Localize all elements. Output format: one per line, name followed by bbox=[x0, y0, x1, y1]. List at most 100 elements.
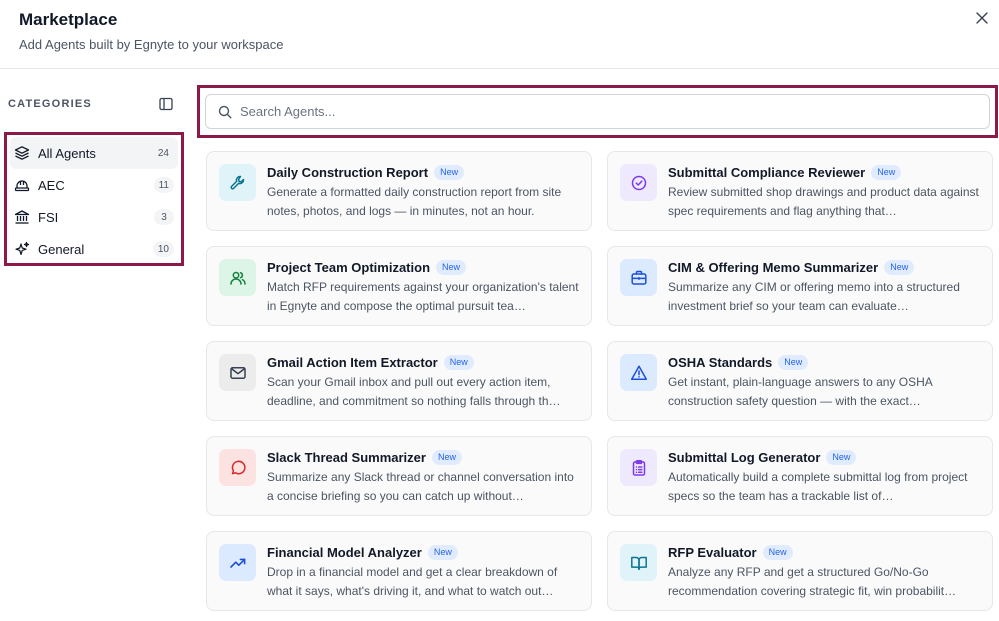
mail-icon bbox=[229, 364, 247, 382]
card-description: Review submitted shop drawings and produ… bbox=[668, 185, 979, 218]
agent-card-cim-offering-memo-summarizer[interactable]: CIM & Offering Memo Summarizer New Summa… bbox=[607, 246, 993, 326]
card-title-row: CIM & Offering Memo Summarizer New bbox=[668, 259, 982, 276]
card-description: Get instant, plain-language answers to a… bbox=[668, 375, 933, 408]
page-subtitle: Add Agents built by Egnyte to your works… bbox=[19, 37, 284, 52]
new-badge: New bbox=[436, 260, 467, 275]
layers-icon bbox=[14, 145, 30, 161]
open-book-icon bbox=[630, 554, 648, 572]
warning-triangle-icon bbox=[630, 364, 648, 382]
clipboard-list-icon bbox=[630, 459, 648, 477]
sparkles-icon bbox=[14, 241, 30, 257]
category-item-fsi[interactable]: FSI 3 bbox=[10, 201, 178, 233]
agent-card-rfp-evaluator[interactable]: RFP Evaluator New Analyze any RFP and ge… bbox=[607, 531, 993, 611]
card-description: Analyze any RFP and get a structured Go/… bbox=[668, 565, 957, 598]
card-icon-tile bbox=[620, 544, 657, 581]
check-circle-icon bbox=[630, 174, 648, 192]
category-label: AEC bbox=[38, 177, 65, 193]
wrench-icon bbox=[229, 174, 247, 192]
new-badge: New bbox=[871, 165, 902, 180]
agent-grid: Daily Construction Report New Generate a… bbox=[206, 151, 993, 611]
card-title-row: Financial Model Analyzer New bbox=[267, 544, 581, 561]
card-title-row: Project Team Optimization New bbox=[267, 259, 581, 276]
briefcase-icon bbox=[630, 269, 648, 287]
card-icon-tile bbox=[219, 354, 256, 391]
close-button[interactable] bbox=[973, 9, 991, 27]
category-list: All Agents 24 AEC 11 FSI 3 General 10 bbox=[4, 132, 184, 266]
category-item-general[interactable]: General 10 bbox=[10, 233, 178, 265]
card-description: Generate a formatted daily construction … bbox=[267, 185, 562, 218]
card-body: CIM & Offering Memo Summarizer New Summa… bbox=[668, 259, 982, 315]
search-box bbox=[205, 94, 990, 129]
card-icon-tile bbox=[620, 354, 657, 391]
card-body: Daily Construction Report New Generate a… bbox=[267, 164, 581, 220]
card-description: Scan your Gmail inbox and pull out every… bbox=[267, 375, 561, 408]
card-body: OSHA Standards New Get instant, plain-la… bbox=[668, 354, 982, 410]
sidebar-toggle-button[interactable] bbox=[158, 96, 174, 112]
new-badge: New bbox=[826, 450, 857, 465]
card-title: Gmail Action Item Extractor bbox=[267, 355, 438, 370]
sidebar-panel-icon bbox=[158, 96, 174, 112]
card-body: Slack Thread Summarizer New Summarize an… bbox=[267, 449, 581, 505]
category-label: General bbox=[38, 241, 85, 257]
card-body: Submittal Compliance Reviewer New Review… bbox=[668, 164, 982, 220]
category-label: All Agents bbox=[38, 145, 96, 161]
modal-header: Marketplace Add Agents built by Egnyte t… bbox=[0, 0, 999, 69]
card-body: RFP Evaluator New Analyze any RFP and ge… bbox=[668, 544, 982, 600]
card-title: Submittal Log Generator bbox=[668, 450, 821, 465]
card-icon-tile bbox=[219, 544, 256, 581]
new-badge: New bbox=[443, 355, 474, 370]
card-title: Project Team Optimization bbox=[267, 260, 431, 275]
category-item-aec[interactable]: AEC 11 bbox=[10, 169, 178, 201]
card-title-row: OSHA Standards New bbox=[668, 354, 982, 371]
agent-card-financial-model-analyzer[interactable]: Financial Model Analyzer New Drop in a f… bbox=[206, 531, 592, 611]
category-count: 10 bbox=[152, 241, 174, 257]
new-badge: New bbox=[762, 545, 793, 560]
agent-card-project-team-optimization[interactable]: Project Team Optimization New Match RFP … bbox=[206, 246, 592, 326]
card-title: Slack Thread Summarizer bbox=[267, 450, 426, 465]
card-description: Summarize any CIM or offering memo into … bbox=[668, 280, 960, 313]
card-title: RFP Evaluator bbox=[668, 545, 757, 560]
agent-card-submittal-log-generator[interactable]: Submittal Log Generator New Automaticall… bbox=[607, 436, 993, 516]
card-title: Financial Model Analyzer bbox=[267, 545, 422, 560]
search-input[interactable] bbox=[240, 104, 989, 119]
search-icon bbox=[218, 105, 232, 119]
new-badge: New bbox=[431, 450, 462, 465]
card-icon-tile bbox=[219, 259, 256, 296]
categories-heading: CATEGORIES bbox=[8, 98, 92, 110]
card-icon-tile bbox=[219, 164, 256, 201]
agent-card-submittal-compliance-reviewer[interactable]: Submittal Compliance Reviewer New Review… bbox=[607, 151, 993, 231]
card-icon-tile bbox=[620, 449, 657, 486]
card-title: Daily Construction Report bbox=[267, 165, 429, 180]
card-title-row: Daily Construction Report New bbox=[267, 164, 581, 181]
new-badge: New bbox=[434, 165, 465, 180]
chat-bubble-icon bbox=[229, 459, 247, 477]
agent-card-daily-construction-report[interactable]: Daily Construction Report New Generate a… bbox=[206, 151, 592, 231]
card-body: Financial Model Analyzer New Drop in a f… bbox=[267, 544, 581, 600]
new-badge: New bbox=[427, 545, 458, 560]
card-title: OSHA Standards bbox=[668, 355, 773, 370]
category-count: 3 bbox=[154, 209, 174, 225]
card-description: Drop in a financial model and get a clea… bbox=[267, 565, 558, 598]
card-body: Project Team Optimization New Match RFP … bbox=[267, 259, 581, 315]
card-title-row: Gmail Action Item Extractor New bbox=[267, 354, 581, 371]
card-title-row: Slack Thread Summarizer New bbox=[267, 449, 581, 466]
card-icon-tile bbox=[219, 449, 256, 486]
category-item-all-agents[interactable]: All Agents 24 bbox=[10, 137, 178, 169]
agent-card-osha-standards[interactable]: OSHA Standards New Get instant, plain-la… bbox=[607, 341, 993, 421]
new-badge: New bbox=[778, 355, 809, 370]
card-title-row: RFP Evaluator New bbox=[668, 544, 982, 561]
card-icon-tile bbox=[620, 259, 657, 296]
agent-card-gmail-action-item-extractor[interactable]: Gmail Action Item Extractor New Scan you… bbox=[206, 341, 592, 421]
trending-up-icon bbox=[229, 554, 247, 572]
category-count: 11 bbox=[153, 177, 174, 193]
card-icon-tile bbox=[620, 164, 657, 201]
card-description: Automatically build a complete submittal… bbox=[668, 470, 968, 503]
card-body: Submittal Log Generator New Automaticall… bbox=[668, 449, 982, 505]
category-count: 24 bbox=[157, 147, 169, 159]
card-title: CIM & Offering Memo Summarizer bbox=[668, 260, 879, 275]
card-body: Gmail Action Item Extractor New Scan you… bbox=[267, 354, 581, 410]
card-title-row: Submittal Compliance Reviewer New bbox=[668, 164, 982, 181]
agent-card-slack-thread-summarizer[interactable]: Slack Thread Summarizer New Summarize an… bbox=[206, 436, 592, 516]
bank-icon bbox=[14, 209, 30, 225]
card-description: Summarize any Slack thread or channel co… bbox=[267, 470, 574, 503]
